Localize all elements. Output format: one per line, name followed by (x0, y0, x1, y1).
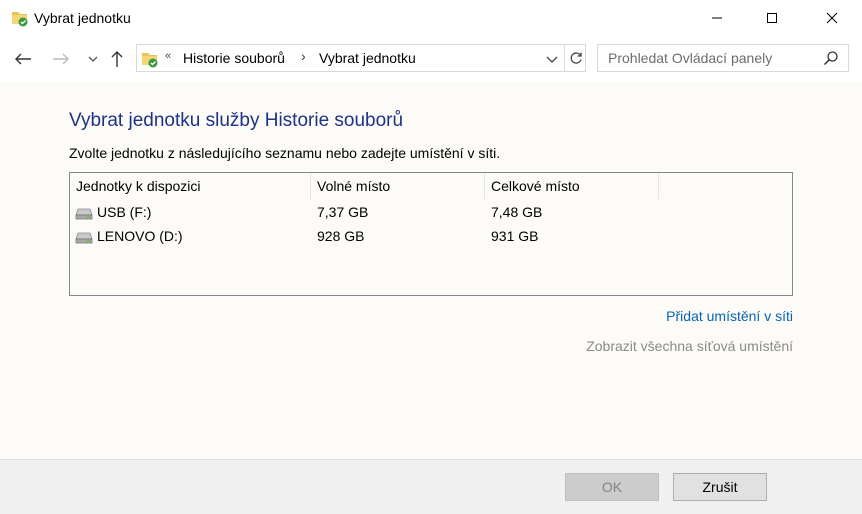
drive-row[interactable]: LENOVO (D:) 928 GB 931 GB (70, 224, 792, 248)
search-input[interactable] (598, 45, 818, 71)
breadcrumb-separator[interactable]: › (301, 48, 306, 64)
add-network-location-link[interactable]: Přidat umístění v síti (666, 308, 793, 324)
forward-button[interactable] (51, 49, 71, 69)
close-button[interactable] (809, 0, 855, 36)
back-button[interactable] (13, 49, 33, 69)
drive-name: USB (F:) (97, 204, 152, 220)
file-history-icon (142, 53, 158, 68)
minimize-icon (712, 17, 722, 19)
cancel-button[interactable]: Zrušit (673, 473, 767, 501)
maximize-icon (767, 13, 777, 23)
column-header-free-space[interactable]: Volné místo (311, 173, 485, 199)
drive-free-space: 928 GB (317, 228, 365, 244)
window-title: Vybrat jednotku (34, 10, 131, 26)
dialog-footer: OK Zrušit (0, 459, 862, 514)
maximize-button[interactable] (749, 0, 795, 36)
refresh-icon (570, 52, 582, 64)
drive-row[interactable]: USB (F:) 7,37 GB 7,48 GB (70, 200, 792, 224)
refresh-button[interactable] (564, 45, 586, 71)
drive-icon (75, 232, 93, 244)
address-dropdown-button[interactable] (545, 52, 561, 66)
up-button[interactable] (107, 49, 127, 69)
drive-icon (75, 208, 93, 220)
page-heading: Vybrat jednotku služby Historie souborů (69, 110, 404, 131)
drive-free-space: 7,37 GB (317, 204, 369, 220)
chevron-down-icon (88, 56, 98, 62)
drive-total-space: 7,48 GB (491, 204, 543, 220)
arrow-left-icon (15, 53, 31, 65)
search-box[interactable] (597, 44, 849, 72)
recent-locations-button[interactable] (83, 49, 103, 69)
title-bar: Vybrat jednotku (0, 0, 862, 36)
arrow-up-icon (111, 51, 123, 67)
instructions-text: Zvolte jednotku z následujícího seznamu … (69, 145, 501, 161)
column-header-available-drives[interactable]: Jednotky k dispozici (70, 173, 311, 199)
breadcrumb-select-drive[interactable]: Vybrat jednotku (319, 50, 416, 66)
arrow-right-icon (53, 53, 69, 65)
close-icon (826, 12, 838, 24)
address-bar[interactable]: « Historie souborů › Vybrat jednotku (136, 44, 586, 72)
show-all-network-locations-link[interactable]: Zobrazit všechna síťová umístění (586, 338, 793, 354)
breadcrumb-file-history[interactable]: Historie souborů (183, 50, 285, 66)
navigation-bar: « Historie souborů › Vybrat jednotku (0, 36, 862, 82)
ok-button[interactable]: OK (565, 473, 659, 501)
breadcrumb-overflow[interactable]: « (165, 50, 171, 62)
chevron-down-icon (546, 56, 558, 63)
minimize-button[interactable] (694, 0, 740, 36)
file-history-icon (12, 12, 28, 27)
drive-name: LENOVO (D:) (97, 228, 183, 244)
column-header-total-space[interactable]: Celkové místo (485, 173, 659, 199)
search-icon[interactable] (823, 50, 839, 66)
drive-total-space: 931 GB (491, 228, 539, 244)
drive-list[interactable]: Jednotky k dispozici Volné místo Celkové… (69, 172, 793, 296)
